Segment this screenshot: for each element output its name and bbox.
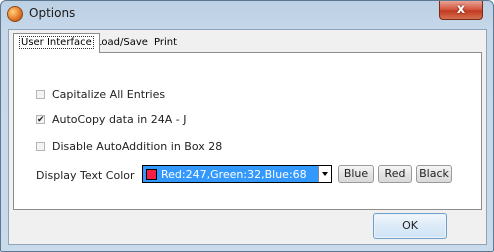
tab-label: Load/Save: [96, 37, 148, 48]
autocopy-label: AutoCopy data in 24A - J: [52, 112, 187, 126]
red-button[interactable]: Red: [378, 165, 412, 183]
user-interface-panel: Capitalize All Entries ✔ AutoCopy data i…: [13, 52, 482, 210]
text-color-select[interactable]: Red:247,Green:32,Blue:68: [142, 165, 332, 183]
title-bar[interactable]: Options x: [1, 1, 493, 27]
close-button[interactable]: x: [439, 1, 483, 20]
window-title: Options: [29, 6, 76, 20]
capitalize-checkbox[interactable]: [36, 89, 45, 99]
selected-color-text: Red:247,Green:32,Blue:68: [161, 167, 307, 181]
chevron-down-icon: [322, 172, 328, 176]
checkmark-icon: ✔: [37, 114, 45, 125]
capitalize-option[interactable]: Capitalize All Entries: [36, 87, 165, 101]
disable-autoaddition-option[interactable]: Disable AutoAddition in Box 28: [36, 139, 222, 153]
dialog-body: User Interface Load/Save Print Capitaliz…: [8, 29, 487, 245]
capitalize-label: Capitalize All Entries: [52, 87, 166, 101]
disable-autoaddition-checkbox[interactable]: [36, 141, 45, 151]
blue-button[interactable]: Blue: [338, 165, 374, 183]
ok-button[interactable]: OK: [373, 213, 447, 239]
autocopy-checkbox[interactable]: ✔: [36, 114, 45, 125]
tab-print[interactable]: Print: [149, 35, 182, 52]
tab-label: User Interface: [19, 36, 94, 49]
tab-label: Print: [154, 37, 178, 48]
color-swatch: [146, 168, 157, 180]
autocopy-option[interactable]: ✔ AutoCopy data in 24A - J: [36, 112, 186, 126]
tab-user-interface[interactable]: User Interface: [13, 33, 100, 53]
display-text-color-label: Display Text Color: [36, 169, 135, 182]
close-icon: x: [456, 2, 466, 17]
tab-load-save[interactable]: Load/Save: [91, 35, 153, 52]
dropdown-button[interactable]: [318, 166, 331, 182]
black-button[interactable]: Black: [416, 165, 452, 183]
options-dialog: Options x User Interface Load/Save Print…: [0, 0, 494, 252]
disable-autoaddition-label: Disable AutoAddition in Box 28: [52, 139, 223, 153]
options-app-icon: [7, 6, 23, 22]
